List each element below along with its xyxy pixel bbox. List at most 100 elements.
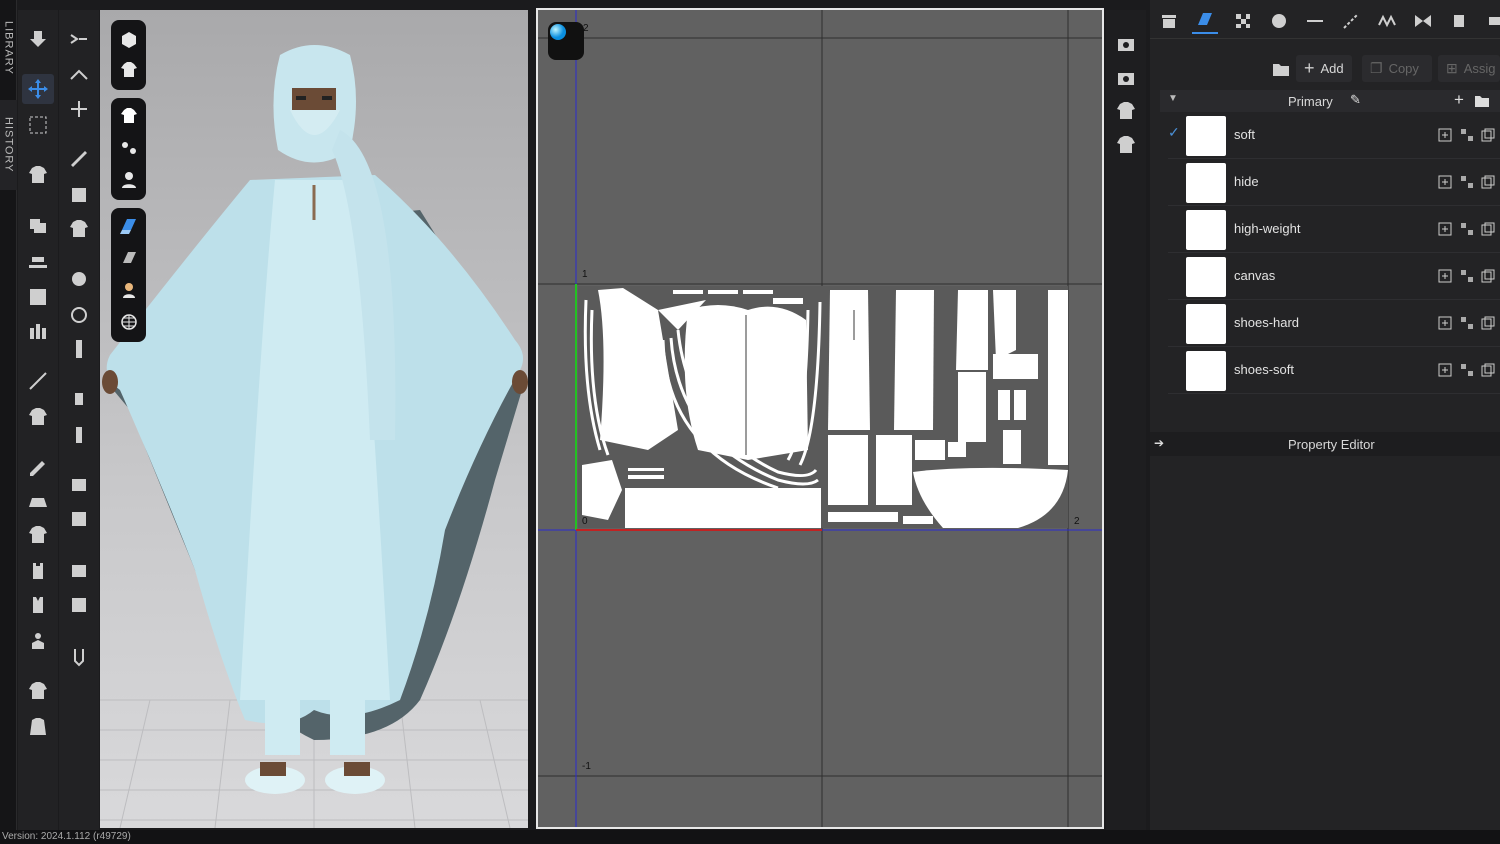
layer-icon[interactable]	[63, 556, 95, 586]
sew-multi-icon[interactable]	[63, 94, 95, 124]
select-pattern-icon[interactable]	[1460, 128, 1474, 142]
draw-tool-icon[interactable]	[22, 452, 54, 482]
cube-view-icon[interactable]	[117, 28, 141, 52]
panel-icon[interactable]	[63, 470, 95, 500]
tab-history[interactable]: HISTORY	[0, 100, 17, 190]
globe-icon[interactable]	[117, 310, 141, 334]
tab-library[interactable]: LIBRARY	[0, 0, 17, 95]
uv-material-ball-button[interactable]	[548, 22, 584, 60]
uv-editor[interactable]: 2 1 0 2 -1	[536, 8, 1104, 829]
trim-icon[interactable]	[63, 384, 95, 414]
copy-button-label: Copy	[1388, 61, 1419, 76]
3d-viewport[interactable]	[100, 10, 528, 828]
material-row-canvas[interactable]: canvas	[1168, 253, 1500, 300]
shirt-edit-icon[interactable]	[22, 402, 54, 432]
tack-icon[interactable]	[63, 642, 95, 672]
sew-segment-icon[interactable]	[63, 24, 95, 54]
garment-edit-icon[interactable]	[22, 160, 54, 190]
stitch-tab-icon[interactable]	[1338, 8, 1364, 34]
camera-capture-icon[interactable]	[1110, 62, 1142, 92]
material-row-hide[interactable]: hide	[1168, 159, 1500, 206]
button-tab-icon[interactable]	[1266, 8, 1292, 34]
select-pattern-icon[interactable]	[1460, 316, 1474, 330]
folder-add-icon[interactable]	[1270, 58, 1292, 80]
panel-alt-icon[interactable]	[63, 504, 95, 534]
duplicate-icon[interactable]	[1481, 363, 1495, 377]
vest-icon[interactable]	[22, 590, 54, 620]
zipper-slider-icon[interactable]	[63, 420, 95, 450]
expand-arrow-icon[interactable]: ➔	[1154, 436, 1164, 450]
button-tool-icon[interactable]	[63, 264, 95, 294]
assign-icon: ⊞	[1446, 60, 1458, 76]
pattern-tool-icon[interactable]	[22, 210, 54, 240]
uv-garment-icon[interactable]	[1110, 130, 1142, 160]
garment-view-icon[interactable]	[117, 58, 141, 82]
duplicate-icon[interactable]	[1481, 128, 1495, 142]
add-to-selection-icon[interactable]	[1438, 363, 1452, 377]
add-to-selection-icon[interactable]	[1438, 175, 1452, 189]
sewing-visibility-icon[interactable]	[117, 136, 141, 160]
copy-button[interactable]: ❐ Copy	[1362, 55, 1432, 82]
fabric-tab-icon[interactable]	[1192, 8, 1218, 34]
measure-tool-icon[interactable]	[22, 246, 54, 276]
material-row-soft[interactable]: ✓ soft	[1168, 112, 1500, 159]
camera-snapshot-icon[interactable]	[1110, 28, 1142, 58]
duplicate-icon[interactable]	[1481, 175, 1495, 189]
tshirt-icon[interactable]	[22, 520, 54, 550]
uv-transform-icon[interactable]	[1110, 96, 1142, 126]
fold-tool-icon[interactable]	[22, 282, 54, 312]
arrow-down-icon[interactable]	[22, 24, 54, 54]
coat-icon[interactable]	[22, 712, 54, 742]
select-pattern-icon[interactable]	[1460, 222, 1474, 236]
needle-tool-icon[interactable]	[22, 366, 54, 396]
store-icon[interactable]	[1156, 8, 1182, 34]
layer-alt-icon[interactable]	[63, 590, 95, 620]
select-box-icon[interactable]	[22, 110, 54, 140]
folder-icon[interactable]	[1474, 94, 1490, 108]
add-colorway-plus-icon[interactable]: +	[1454, 90, 1464, 110]
primary-group-header[interactable]: ▼ Primary ✎ +	[1160, 90, 1500, 112]
duplicate-icon[interactable]	[1481, 316, 1495, 330]
topstitch-tab-icon[interactable]	[1302, 8, 1328, 34]
checker-shirt-icon[interactable]	[63, 214, 95, 244]
bow-tab-icon[interactable]	[1410, 8, 1436, 34]
select-pattern-icon[interactable]	[1460, 363, 1474, 377]
select-pattern-icon[interactable]	[1460, 269, 1474, 283]
property-editor-header[interactable]: ➔ Property Editor	[1150, 432, 1500, 456]
more-tab-icon[interactable]	[1482, 8, 1500, 34]
avatar-visibility-icon[interactable]	[117, 168, 141, 192]
fabric-tool-icon[interactable]	[63, 144, 95, 174]
shaded-render-icon[interactable]	[117, 246, 141, 270]
rename-pencil-icon[interactable]: ✎	[1350, 92, 1361, 108]
add-to-selection-icon[interactable]	[1438, 269, 1452, 283]
duplicate-icon[interactable]	[1481, 222, 1495, 236]
avatar-icon[interactable]	[22, 626, 54, 656]
buttonhole-icon[interactable]	[63, 300, 95, 330]
material-row-high-weight[interactable]: high-weight	[1168, 206, 1500, 253]
material-row-shoes-soft[interactable]: shoes-soft	[1168, 347, 1500, 394]
uv-label-bottom: -1	[582, 761, 591, 772]
material-row-shoes-hard[interactable]: shoes-hard	[1168, 300, 1500, 347]
tank-top-icon[interactable]	[22, 556, 54, 586]
zipper-icon[interactable]	[63, 334, 95, 364]
add-to-selection-icon[interactable]	[1438, 316, 1452, 330]
transform-move-icon[interactable]	[22, 74, 54, 104]
hat-tool-icon[interactable]	[22, 486, 54, 516]
assign-button[interactable]: ⊞ Assig	[1438, 55, 1500, 82]
avatar-pose-icon[interactable]	[22, 316, 54, 346]
texture-icon[interactable]	[63, 180, 95, 210]
duplicate-icon[interactable]	[1481, 269, 1495, 283]
jacket-icon[interactable]	[22, 676, 54, 706]
add-button[interactable]: + Add	[1296, 55, 1352, 82]
add-to-selection-icon[interactable]	[1438, 128, 1452, 142]
collapse-arrow-icon[interactable]: ▼	[1168, 93, 1178, 104]
puppet-tab-icon[interactable]	[1446, 8, 1472, 34]
shirt-visibility-icon[interactable]	[117, 104, 141, 128]
add-to-selection-icon[interactable]	[1438, 222, 1452, 236]
select-pattern-icon[interactable]	[1460, 175, 1474, 189]
fabric-render-icon[interactable]	[117, 214, 141, 238]
checker-tab-icon[interactable]	[1230, 8, 1256, 34]
zigzag-tab-icon[interactable]	[1374, 8, 1400, 34]
avatar-render-icon[interactable]	[117, 278, 141, 302]
sew-free-icon[interactable]	[63, 60, 95, 90]
